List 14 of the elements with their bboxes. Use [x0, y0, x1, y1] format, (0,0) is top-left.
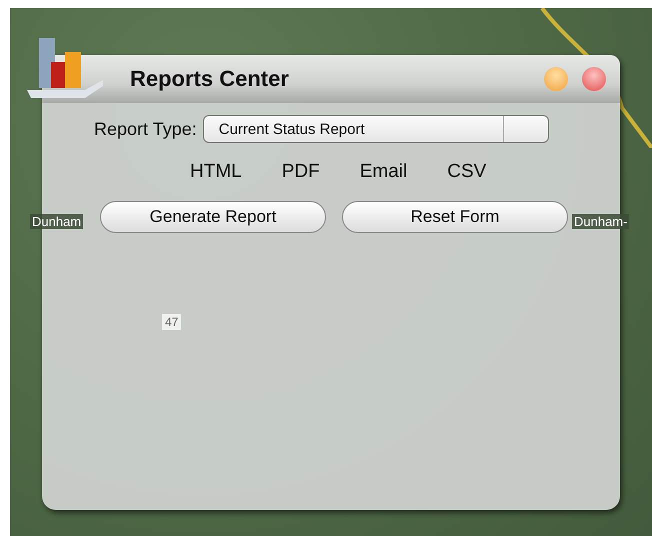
minimize-button[interactable]: [544, 67, 568, 91]
generate-report-button[interactable]: Generate Report: [100, 201, 326, 233]
route-number-label: 47: [162, 314, 182, 330]
report-type-label: Report Type:: [94, 118, 197, 140]
format-option[interactable]: CSV: [447, 161, 486, 183]
format-option[interactable]: PDF: [282, 161, 320, 183]
format-option[interactable]: Email: [360, 161, 408, 183]
report-type-dropdown[interactable]: Current Status Report: [202, 115, 549, 143]
close-button[interactable]: [582, 67, 606, 91]
map-place-label: Dunham-: [572, 214, 630, 229]
map-place-label: Dunham: [30, 214, 84, 229]
format-option[interactable]: HTML: [190, 161, 242, 183]
reset-form-button[interactable]: Reset Form: [342, 201, 568, 233]
window-title: Reports Center: [130, 66, 290, 92]
